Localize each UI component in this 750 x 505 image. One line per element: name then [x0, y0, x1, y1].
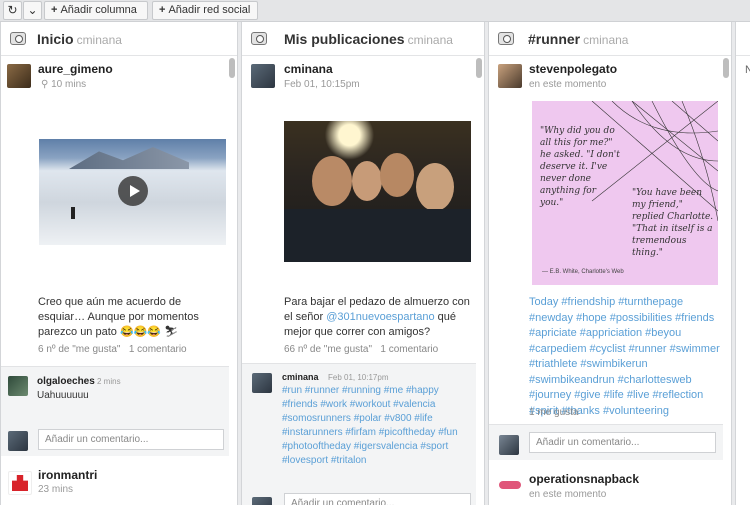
comment-username[interactable]: olgaloeches — [37, 376, 95, 387]
instagram-icon — [251, 32, 267, 45]
comment-input[interactable]: Añadir un comentario... — [38, 429, 224, 450]
post-time: ⚲ 10 mins — [41, 79, 87, 90]
partial-text: N — [745, 64, 750, 76]
post-username[interactable]: stevenpolegato — [529, 62, 617, 76]
toolbar: ↻ ⌄ + Añadir columna + Añadir red social — [0, 0, 750, 22]
scrollbar[interactable] — [723, 58, 729, 78]
comment-time: Feb 01, 10:17pm — [328, 373, 389, 382]
avatar[interactable] — [498, 473, 522, 497]
mention-link[interactable]: @301nuevoespartano — [326, 311, 434, 323]
quote-right: "You have been my friend," replied Charl… — [632, 188, 714, 258]
stream-account: cminana — [583, 33, 629, 47]
post-text: Today #friendship #turnthepage #newday #… — [529, 296, 720, 417]
comment-input[interactable]: Añadir un comentario... — [529, 432, 716, 453]
post-text: Para bajar el pedazo de almuerzo con el … — [284, 296, 470, 338]
comment-text: #run #runner #running #me #happy #friend… — [282, 385, 458, 466]
comment-area: cminana Feb 01, 10:17pm #run #runner #ru… — [242, 363, 476, 505]
quote-source: — E.B. White, Charlotte's Web — [542, 269, 624, 275]
play-icon[interactable] — [118, 176, 148, 206]
refresh-icon[interactable]: ↻ — [3, 1, 22, 20]
avatar[interactable] — [498, 64, 522, 88]
avatar[interactable] — [251, 64, 275, 88]
post-time: 23 mins — [38, 484, 74, 495]
scrollbar[interactable] — [229, 58, 235, 78]
comment-area: Añadir un comentario... — [489, 424, 723, 460]
stream-header — [736, 22, 750, 56]
stream-inicio: Inicio cminana aure_gimeno ⚲ 10 mins Creo… — [0, 22, 238, 505]
post-username[interactable]: aure_gimeno — [38, 62, 113, 76]
avatar — [8, 431, 28, 451]
scrollbar[interactable] — [476, 58, 482, 78]
post-image[interactable] — [284, 121, 471, 262]
avatar[interactable] — [8, 376, 28, 396]
avatar — [252, 497, 272, 505]
post-stats: 6 nº de "me gusta" 1 comentario — [38, 344, 187, 355]
post-video[interactable] — [39, 139, 226, 245]
stream-header: Inicio cminana — [1, 22, 237, 56]
post-image[interactable]: "Why did you do all this for me?" he ask… — [532, 101, 718, 285]
comment-username[interactable]: cminana — [282, 372, 319, 382]
likes-count[interactable]: 1 me gusta — [529, 407, 578, 418]
stream-header: Mis publicaciones cminana — [242, 22, 484, 56]
avatar[interactable] — [7, 64, 31, 88]
post-username[interactable]: operationsnapback — [529, 472, 639, 486]
avatar — [499, 435, 519, 455]
stream-title: Mis publicaciones cminana — [284, 31, 453, 47]
location-pin-icon: ⚲ — [41, 79, 52, 90]
comments-link[interactable]: 1 comentario — [129, 344, 187, 355]
stream-account: cminana — [407, 33, 453, 47]
avatar[interactable] — [8, 471, 32, 495]
post-stats: 66 nº de "me gusta" 1 comentario — [284, 344, 438, 355]
plus-icon: + — [159, 4, 166, 16]
chevron-down-icon[interactable]: ⌄ — [23, 1, 42, 20]
comment-input[interactable]: Añadir un comentario... — [284, 493, 471, 505]
stream-title: #runner cminana — [528, 31, 629, 47]
stream-runner: #runner cminana stevenpolegato en este mo… — [488, 22, 732, 505]
instagram-icon — [10, 32, 26, 45]
add-column-button[interactable]: + Añadir columna — [44, 1, 148, 20]
stream-account: cminana — [76, 33, 122, 47]
comments-link[interactable]: 1 comentario — [380, 344, 438, 355]
likes-count[interactable]: 66 nº de "me gusta" — [284, 344, 372, 355]
likes-count[interactable]: 6 nº de "me gusta" — [38, 344, 120, 355]
add-network-button[interactable]: + Añadir red social — [152, 1, 258, 20]
post-text: Creo que aún me acuerdo de esquiar… Aunq… — [38, 296, 199, 338]
stream-header: #runner cminana — [489, 22, 731, 56]
post-time: en este momento — [529, 489, 607, 500]
stream-title: Inicio cminana — [37, 31, 122, 47]
comment-text: Uahuuuuuu — [37, 390, 89, 401]
post-username[interactable]: ironmantri — [38, 468, 97, 482]
comment-area: olgaloeches 2 mins Uahuuuuuu Añadir un c… — [1, 366, 229, 456]
post-time: en este momento — [529, 79, 607, 90]
plus-icon: + — [51, 4, 58, 16]
post-username[interactable]: cminana — [284, 62, 333, 76]
stream-mis-publicaciones: Mis publicaciones cminana cminana Feb 01,… — [241, 22, 485, 505]
comment-time: 2 mins — [97, 377, 121, 386]
avatar[interactable] — [252, 373, 272, 393]
post-time: Feb 01, 10:15pm — [284, 79, 360, 90]
quote-left: "Why did you do all this for me?" he ask… — [540, 126, 620, 208]
stream-partial: N — [735, 22, 750, 505]
instagram-icon — [498, 32, 514, 45]
